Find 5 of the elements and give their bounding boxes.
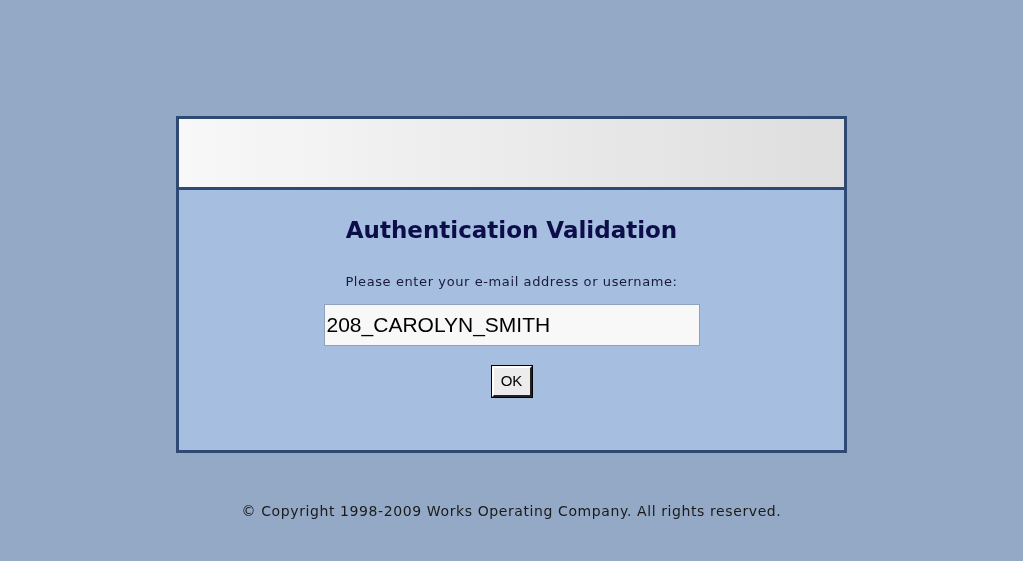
username-field[interactable]: 208_CAROLYN_SMITH — [323, 304, 700, 346]
dialog-title: Authentication Validation — [345, 216, 678, 245]
ok-button[interactable]: OK — [491, 366, 532, 397]
copyright-text: © Copyright 1998-2009 Works Operating Company. All rights reserved. — [241, 502, 782, 521]
prompt-label: Please enter your e-mail address or username: — [345, 273, 678, 291]
